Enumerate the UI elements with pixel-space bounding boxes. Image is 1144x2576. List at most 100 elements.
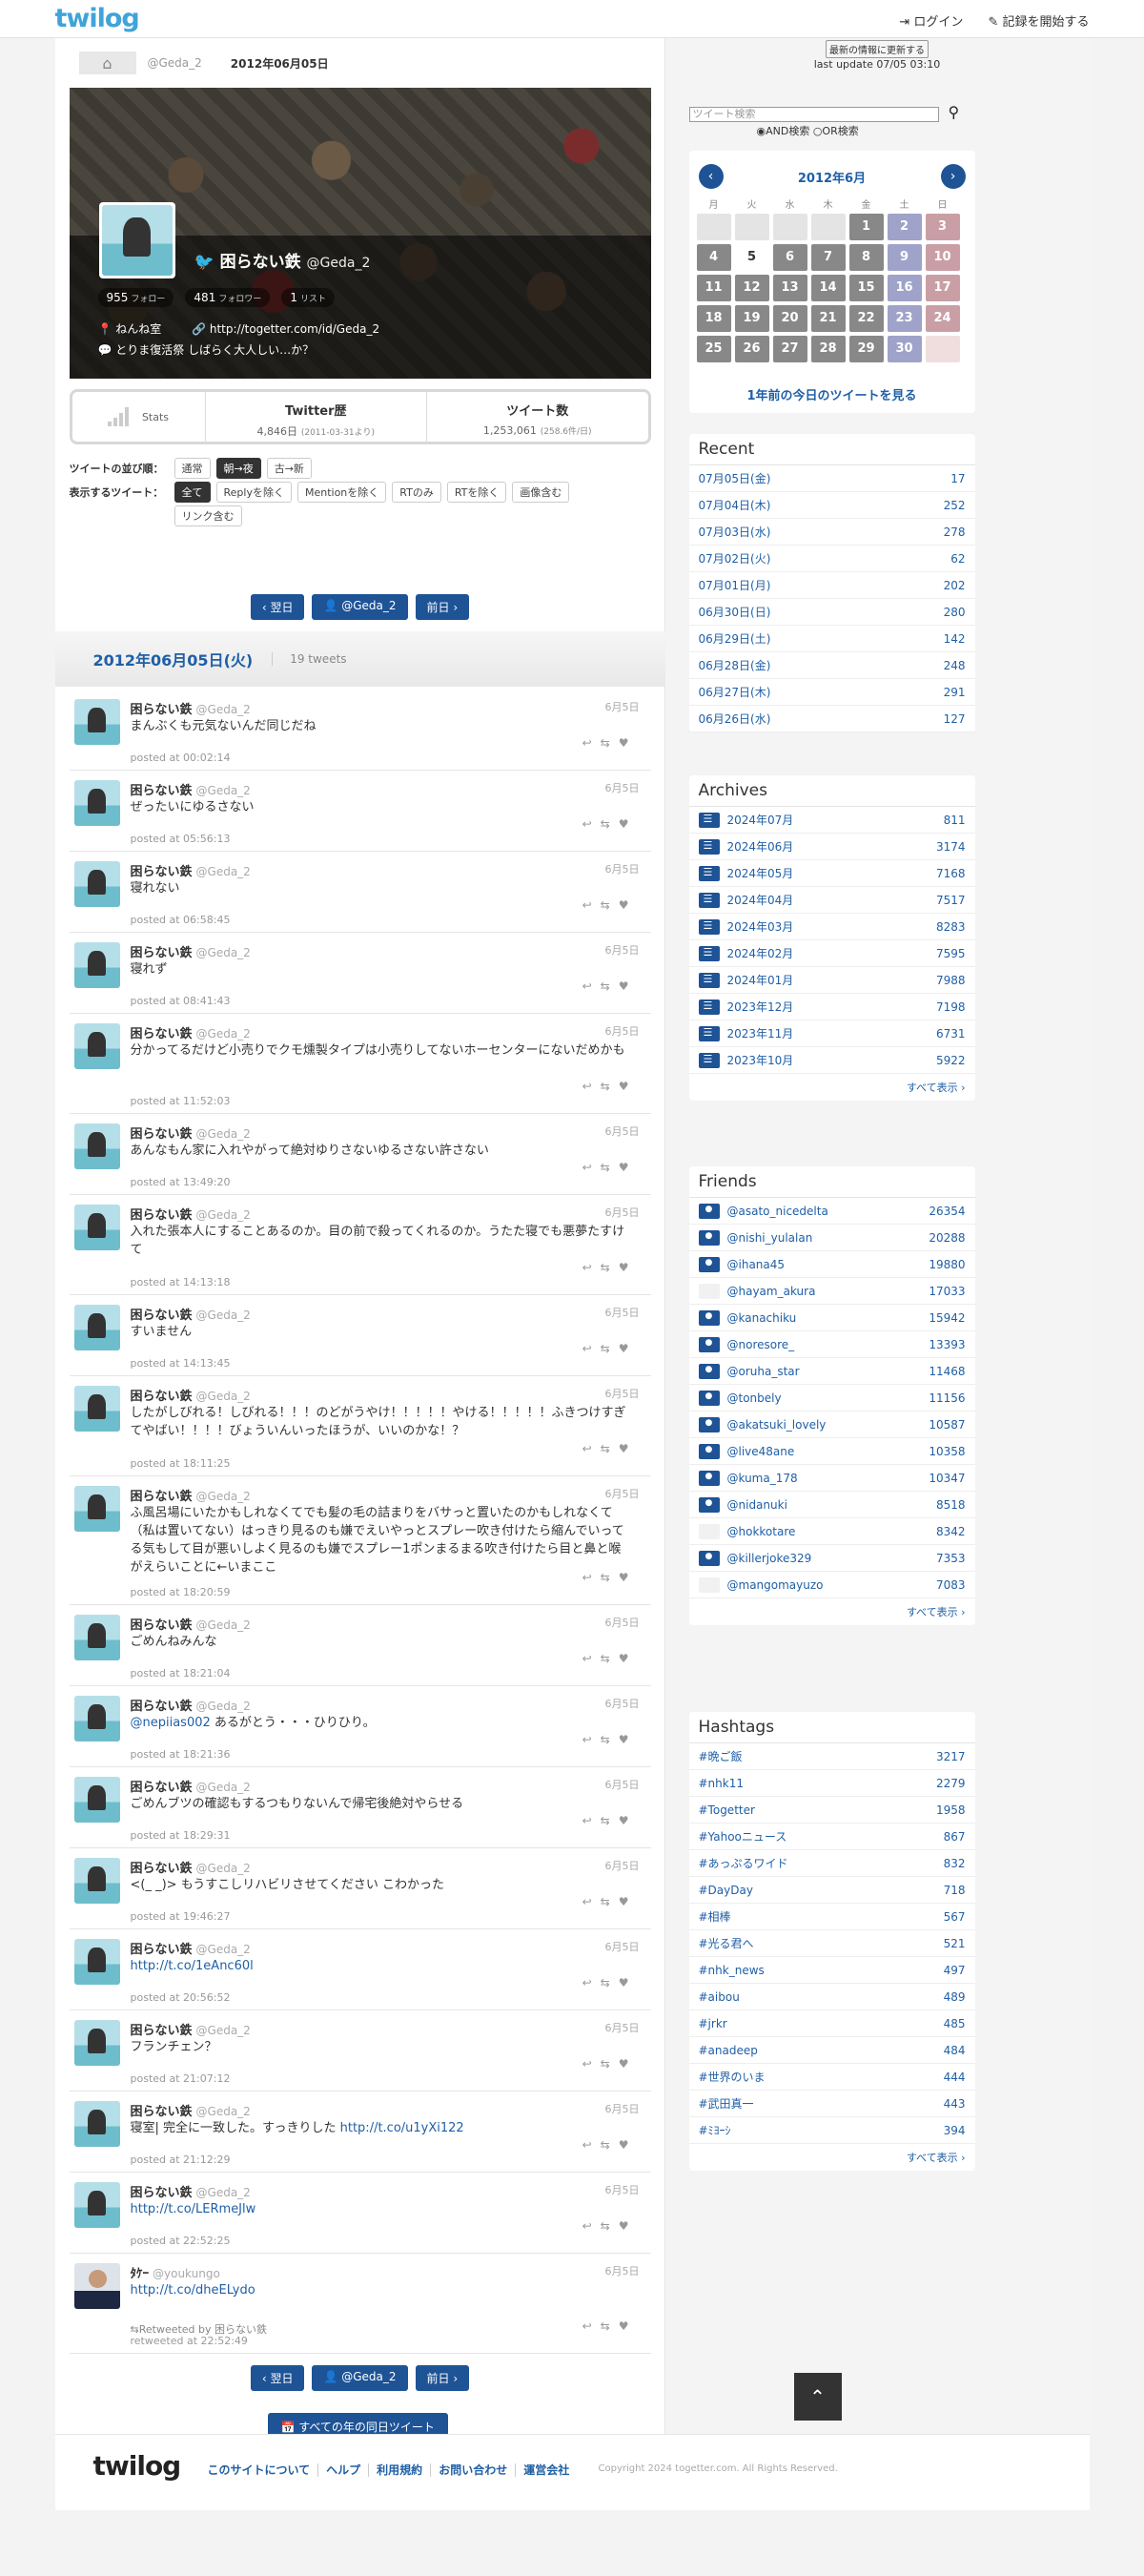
home-icon[interactable]: ⌂ xyxy=(78,52,136,74)
avatar[interactable] xyxy=(73,1696,120,1741)
tweet-author[interactable]: 困らない鉄 @Geda_2 xyxy=(131,1615,251,1633)
tweet-time[interactable]: posted at 22:52:25 xyxy=(131,2235,231,2247)
footer-link[interactable]: お問い合わせ xyxy=(439,2463,517,2477)
avatar[interactable] xyxy=(73,942,120,988)
retweet-icon[interactable]: ⇆ xyxy=(601,1342,619,1355)
footer-link[interactable]: ヘルプ xyxy=(326,2463,370,2477)
archives-item[interactable]: 2024年05月7168 xyxy=(688,860,975,887)
archives-item[interactable]: 2024年07月811 xyxy=(688,807,975,834)
reply-icon[interactable]: ↩ xyxy=(582,1442,601,1455)
tweet-time[interactable]: posted at 11:52:03 xyxy=(131,1095,231,1107)
retweet-icon[interactable]: ⇆ xyxy=(601,1733,619,1746)
filter-links[interactable]: リンク含む xyxy=(174,505,242,526)
friends-item[interactable]: @mangomayuzo 7083 xyxy=(688,1572,975,1598)
avatar[interactable] xyxy=(73,1858,120,1904)
retweet-icon[interactable]: ⇆ xyxy=(601,1976,619,1989)
like-icon[interactable]: ♥ xyxy=(619,1342,638,1355)
calendar-day[interactable]: 24 xyxy=(925,305,960,332)
tweet-date[interactable]: 6月5日 xyxy=(605,699,640,714)
calendar-day[interactable]: 11 xyxy=(696,275,731,301)
retweet-icon[interactable]: ⇆ xyxy=(601,1814,619,1827)
and-search-radio[interactable]: ◉AND検索 xyxy=(757,125,810,137)
avatar[interactable] xyxy=(73,699,120,745)
like-icon[interactable]: ♥ xyxy=(619,817,638,831)
hashtags-item[interactable]: #nhk11 2279 xyxy=(688,1770,975,1797)
calendar-day[interactable]: 27 xyxy=(772,336,807,362)
avatar[interactable] xyxy=(73,1123,120,1169)
like-icon[interactable]: ♥ xyxy=(619,1733,638,1746)
retweet-icon[interactable]: ⇆ xyxy=(601,1652,619,1665)
calendar-day[interactable]: 28 xyxy=(810,336,846,362)
retweet-icon[interactable]: ⇆ xyxy=(601,979,619,993)
avatar[interactable] xyxy=(98,202,175,278)
tweet-author[interactable]: 困らない鉄 @Geda_2 xyxy=(131,1486,251,1504)
reply-icon[interactable]: ↩ xyxy=(582,1976,601,1989)
archives-item[interactable]: 2024年02月7595 xyxy=(688,940,975,967)
order-morning-night[interactable]: 朝→夜 xyxy=(215,458,261,479)
reply-icon[interactable]: ↩ xyxy=(582,2319,601,2333)
footer-link[interactable]: このサイトについて xyxy=(207,2463,319,2477)
refresh-button[interactable]: 最新の情報に更新する xyxy=(826,40,929,58)
recent-item[interactable]: 06月26日(水) 127 xyxy=(688,706,975,732)
tweet-time[interactable]: posted at 06:58:45 xyxy=(131,914,231,926)
search-icon[interactable]: ⚲ xyxy=(949,103,960,121)
reply-icon[interactable]: ↩ xyxy=(582,1895,601,1908)
reply-icon[interactable]: ↩ xyxy=(582,1733,601,1746)
tweet-author[interactable]: 困らない鉄 @Geda_2 xyxy=(131,1205,251,1223)
calendar-day[interactable]: 22 xyxy=(848,305,884,332)
avatar[interactable] xyxy=(73,861,120,907)
reply-icon[interactable]: ↩ xyxy=(582,979,601,993)
calendar-day[interactable]: 14 xyxy=(810,275,846,301)
login-link[interactable]: ⇥ ログイン xyxy=(899,15,963,30)
avatar[interactable] xyxy=(73,1939,120,1985)
like-icon[interactable]: ♥ xyxy=(619,1976,638,1989)
filter-all[interactable]: 全て xyxy=(174,482,211,503)
tweet-time[interactable]: posted at 18:21:36 xyxy=(131,1748,231,1761)
tweet-time[interactable]: posted at 13:49:20 xyxy=(131,1176,231,1188)
avatar[interactable] xyxy=(73,1386,120,1432)
avatar[interactable] xyxy=(73,2263,120,2309)
like-icon[interactable]: ♥ xyxy=(619,1814,638,1827)
avatar[interactable] xyxy=(73,1023,120,1069)
recent-item[interactable]: 07月01日(月) 202 xyxy=(688,572,975,599)
filter-no-mention[interactable]: Mentionを除く xyxy=(296,482,387,503)
tweet-time[interactable]: posted at 21:12:29 xyxy=(131,2154,231,2166)
tweet-author[interactable]: ﾀｹｰ @youkungo xyxy=(131,2263,220,2281)
like-icon[interactable]: ♥ xyxy=(619,1571,638,1584)
tweet-date[interactable]: 6月5日 xyxy=(605,1123,640,1139)
tweet-date[interactable]: 6月5日 xyxy=(605,861,640,876)
next-day-button[interactable]: ‹ 翌日 xyxy=(250,594,305,620)
hashtags-item[interactable]: #jrkr 485 xyxy=(688,2010,975,2037)
recent-item[interactable]: 07月04日(木) 252 xyxy=(688,492,975,519)
filter-images[interactable]: 画像含む xyxy=(512,482,570,503)
avatar[interactable] xyxy=(73,1486,120,1532)
user-button[interactable]: 👤 @Geda_2 xyxy=(312,594,408,620)
friends-more-link[interactable]: すべて表示 › xyxy=(689,1598,975,1625)
avatar[interactable] xyxy=(73,1777,120,1823)
like-icon[interactable]: ♥ xyxy=(619,1442,638,1455)
tweet-author[interactable]: 困らない鉄 @Geda_2 xyxy=(131,1305,251,1323)
tweet-date[interactable]: 6月5日 xyxy=(605,780,640,795)
tweet-author[interactable]: 困らない鉄 @Geda_2 xyxy=(131,2182,251,2200)
profile-name[interactable]: 🐦 困らない鉄 @Geda_2 xyxy=(194,248,371,272)
tweet-author[interactable]: 困らない鉄 @Geda_2 xyxy=(131,1696,251,1714)
friends-item[interactable]: @akatsuki_lovely10587 xyxy=(688,1412,975,1438)
hashtags-item[interactable]: #晩ご飯 3217 xyxy=(688,1743,975,1770)
tweet-author[interactable]: 困らない鉄 @Geda_2 xyxy=(131,1386,251,1404)
like-icon[interactable]: ♥ xyxy=(619,1652,638,1665)
calendar-day[interactable]: 1 xyxy=(848,214,884,240)
calendar-day[interactable]: 16 xyxy=(887,275,922,301)
filter-no-reply[interactable]: Replyを除く xyxy=(215,482,292,503)
retweet-icon[interactable]: ⇆ xyxy=(601,1080,619,1093)
retweet-icon[interactable]: ⇆ xyxy=(601,2057,619,2071)
reply-icon[interactable]: ↩ xyxy=(582,1080,601,1093)
recent-item[interactable]: 06月28日(金) 248 xyxy=(688,652,975,679)
hashtags-item[interactable]: #ﾐﾖｰｼ 394 xyxy=(688,2117,975,2144)
friends-item[interactable]: @hayam_akura 17033 xyxy=(688,1278,975,1305)
like-icon[interactable]: ♥ xyxy=(619,736,638,750)
calendar-day[interactable]: 7 xyxy=(810,244,846,271)
prev-day-button[interactable]: 前日 › xyxy=(415,594,470,620)
like-icon[interactable]: ♥ xyxy=(619,2138,638,2152)
retweet-icon[interactable]: ⇆ xyxy=(601,2138,619,2152)
calendar-day[interactable]: 19 xyxy=(734,305,769,332)
